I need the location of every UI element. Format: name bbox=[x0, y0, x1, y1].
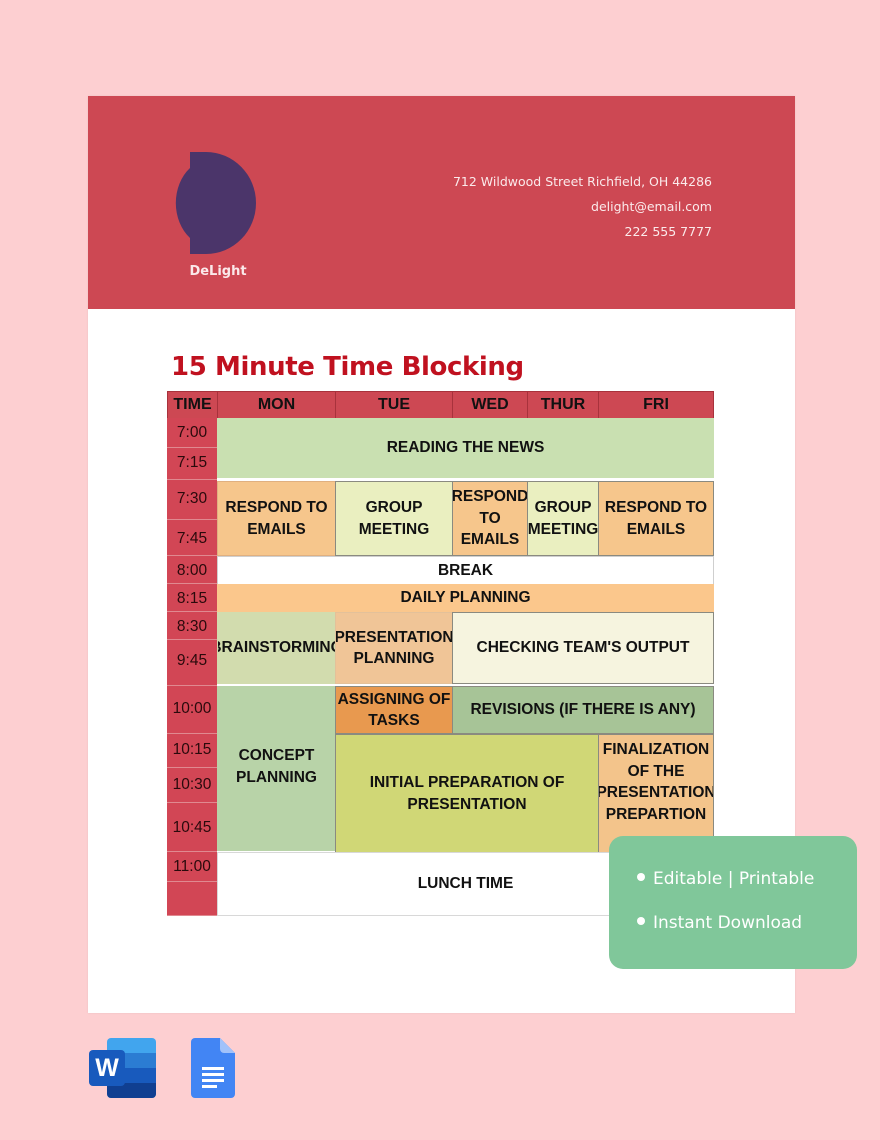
time-cell: 7:15 bbox=[167, 448, 217, 480]
company-phone: 222 555 7777 bbox=[624, 224, 712, 239]
event-break: BREAK bbox=[217, 556, 714, 585]
half-circle-d-logo-icon bbox=[175, 152, 256, 254]
event-concept-planning: CONCEPT PLANNING bbox=[217, 686, 336, 851]
header-wed: WED bbox=[452, 391, 528, 419]
time-cell: 7:30 bbox=[167, 480, 217, 520]
header-tue: TUE bbox=[335, 391, 453, 419]
feature-item: Editable | Printable bbox=[637, 869, 814, 889]
time-cell: 10:00 bbox=[167, 686, 217, 734]
features-badge: Editable | Printable Instant Download bbox=[609, 836, 857, 969]
svg-text:W: W bbox=[95, 1054, 119, 1082]
contact-info: 712 Wildwood Street Richfield, OH 44286 … bbox=[453, 169, 712, 244]
word-icon[interactable]: W bbox=[89, 1038, 157, 1098]
time-cell: 11:00 bbox=[167, 852, 217, 882]
feature-item: Instant Download bbox=[637, 913, 802, 933]
time-cell: 7:00 bbox=[167, 418, 217, 448]
time-cell: 8:15 bbox=[167, 584, 217, 612]
company-address: 712 Wildwood Street Richfield, OH 44286 bbox=[452, 174, 712, 189]
header-time: TIME bbox=[167, 391, 218, 419]
header-thur: THUR bbox=[527, 391, 599, 419]
header-mon: MON bbox=[217, 391, 336, 419]
event-brainstorming: BRAINSTORMING bbox=[217, 612, 336, 684]
event-mon-emails: RESPOND TO EMAILS bbox=[217, 481, 336, 556]
time-cell: 8:30 bbox=[167, 612, 217, 640]
time-cell: 10:45 bbox=[167, 803, 217, 852]
document-title: 15 Minute Time Blocking bbox=[171, 352, 524, 382]
google-docs-icon[interactable] bbox=[191, 1038, 235, 1098]
bullet-icon bbox=[637, 917, 645, 925]
time-cell: 8:00 bbox=[167, 556, 217, 584]
event-reading-news: READING THE NEWS bbox=[217, 418, 714, 478]
time-cell bbox=[167, 882, 217, 916]
bullet-icon bbox=[637, 873, 645, 881]
time-cell: 7:45 bbox=[167, 520, 217, 556]
time-cell: 9:45 bbox=[167, 640, 217, 686]
company-email: delight@email.com bbox=[591, 199, 712, 214]
event-revisions: REVISIONS (IF THERE IS ANY) bbox=[452, 686, 714, 734]
event-checking-output: CHECKING TEAM'S OUTPUT bbox=[452, 612, 714, 684]
event-daily-planning: DAILY PLANNING bbox=[217, 584, 714, 612]
event-fri-emails: RESPOND TO EMAILS bbox=[598, 481, 714, 556]
header-fri: FRI bbox=[598, 391, 714, 419]
time-cell: 10:30 bbox=[167, 768, 217, 803]
letterhead: DeLight 712 Wildwood Street Richfield, O… bbox=[88, 96, 795, 309]
event-wed-emails: RESPOND TO EMAILS bbox=[452, 481, 528, 556]
event-thur-group-meeting: GROUP MEETING bbox=[527, 481, 599, 556]
time-cell: 10:15 bbox=[167, 734, 217, 768]
event-tue-group-meeting: GROUP MEETING bbox=[335, 481, 453, 556]
event-assigning-tasks: ASSIGNING OF TASKS bbox=[335, 686, 453, 734]
event-presentation-planning: PRESENTATION PLANNING bbox=[335, 612, 453, 684]
company-name: DeLight bbox=[189, 264, 247, 279]
event-initial-preparation: INITIAL PREPARATION OF PRESENTATION bbox=[335, 734, 599, 853]
